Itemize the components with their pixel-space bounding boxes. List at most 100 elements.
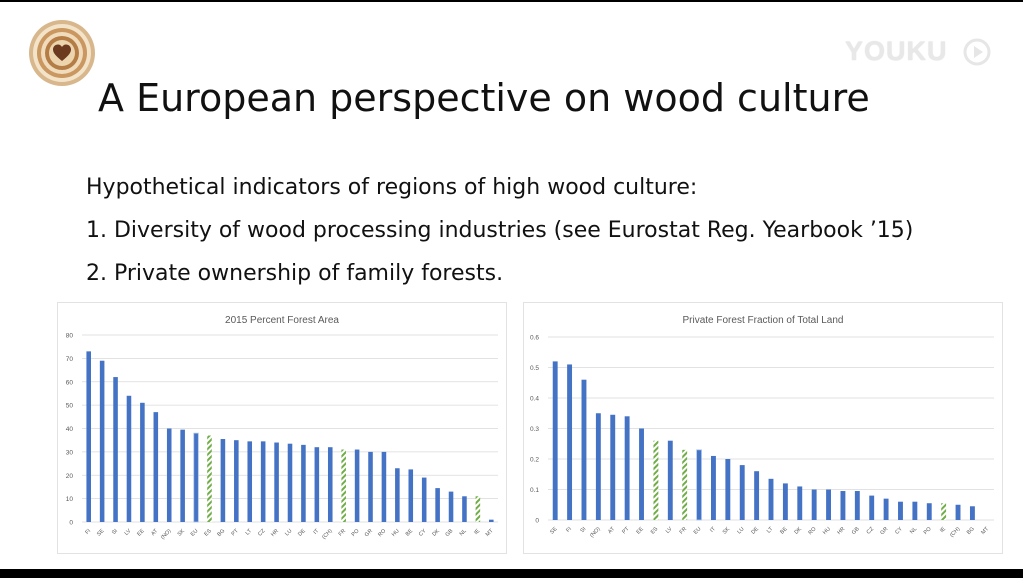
x-tick-label: HR [836, 526, 846, 536]
x-tick-label: LV [665, 526, 674, 535]
x-tick-label: NL [459, 528, 468, 537]
bar-AT [610, 414, 616, 520]
bar-AT [153, 412, 159, 522]
play-icon [963, 38, 991, 66]
x-tick-label: FI [565, 526, 573, 534]
x-tick-label: CY [418, 528, 428, 538]
bar-BG [969, 506, 975, 520]
y-tick-label: 80 [66, 333, 74, 340]
bar-ES [653, 440, 659, 520]
x-tick-label: IT [313, 528, 321, 536]
x-tick-label: DK [431, 528, 441, 538]
y-tick-label: 60 [66, 379, 74, 386]
x-tick-label: SE [96, 528, 106, 538]
x-tick-label: BG [216, 528, 226, 538]
x-tick-label: SK [722, 526, 732, 536]
bar-CZ [869, 495, 875, 520]
x-tick-label: IT [709, 526, 717, 534]
x-tick-label: HR [270, 528, 280, 538]
x-tick-label: ES [650, 526, 660, 536]
bar-(CH) [327, 447, 333, 522]
x-tick-label: RO [807, 526, 818, 537]
slide-title: A European perspective on wood culture [98, 76, 870, 120]
x-tick-label: LV [124, 528, 133, 537]
x-tick-label: SK [177, 528, 187, 538]
x-tick-label: PT [621, 526, 631, 536]
bar-IT [711, 455, 716, 520]
x-tick-label: NL [909, 526, 918, 535]
y-tick-label: 0.1 [530, 487, 539, 494]
private-forest-chart-svg: Private Forest Fraction of Total Land 0 0.… [530, 315, 994, 539]
y-tick-label: 40 [66, 426, 74, 433]
y-tick-label: 0.4 [530, 396, 539, 403]
x-tick-label: SE [549, 526, 559, 536]
bar-IE [941, 503, 947, 520]
x-tick-label: LT [245, 528, 254, 537]
bar-SI [581, 379, 587, 520]
y-tick-label: 70 [66, 356, 74, 363]
x-tick-label: SI [111, 528, 119, 536]
bar-HU [826, 489, 831, 520]
x-tick-label: AT [150, 528, 159, 537]
x-tick-label: BG [966, 526, 976, 536]
x-tick-label: FR [338, 528, 347, 537]
bar-RO [381, 451, 387, 522]
x-tick-label: GB [851, 526, 861, 536]
x-tick-label: GB [445, 528, 455, 538]
bar-EE [639, 428, 644, 520]
bar-DK [797, 486, 803, 520]
chart-title: Private Forest Fraction of Total Land [682, 315, 843, 326]
bar-EU [696, 449, 702, 521]
wood-rings-heart-icon [28, 19, 96, 87]
x-tick-label: HU [822, 526, 832, 536]
bar-PT [624, 416, 630, 520]
y-tick-label: 0.6 [530, 335, 539, 342]
y-tick-label: 20 [66, 473, 74, 480]
bar-CY [898, 501, 903, 520]
bar-CZ [260, 441, 266, 522]
bar-RO [811, 489, 817, 520]
bar-LV [667, 440, 673, 520]
x-tick-label: PT [231, 528, 241, 538]
x-tick-label: CZ [257, 528, 267, 538]
x-tick-label: LT [766, 526, 775, 535]
bar-NL [462, 496, 467, 522]
y-tick-label: 0.2 [530, 457, 539, 464]
bar-LU [739, 465, 745, 520]
bar-(CH) [955, 504, 961, 520]
x-tick-label: BE [405, 528, 415, 538]
bar-ES [207, 435, 212, 522]
forest-area-chart: 2015 Percent Forest Area 0 10 20 30 40 50 60 70 8… [57, 302, 507, 554]
youku-watermark: YOUKU [845, 34, 995, 68]
bar-SI [113, 377, 118, 522]
x-tick-label: FI [84, 528, 92, 536]
bar-LV [126, 395, 132, 522]
bar-GR [883, 498, 889, 520]
bar-(NO) [595, 413, 601, 520]
private-forest-chart: Private Forest Fraction of Total Land 0 0.… [523, 302, 1003, 554]
x-tick-label: LU [284, 528, 293, 537]
x-tick-label: IE [473, 528, 481, 536]
bar-FR [682, 449, 688, 520]
bar-BE [782, 483, 788, 520]
bar-HR [840, 491, 846, 520]
bar-PO [926, 503, 932, 520]
x-tick-label: LU [736, 526, 745, 535]
x-tick-label: PO [923, 526, 933, 536]
y-tick-label: 0.3 [530, 426, 539, 433]
x-tick-label: (NO) [589, 526, 602, 539]
x-tick-label: DE [297, 528, 307, 538]
bar-HR [274, 442, 279, 522]
x-tick-label: BE [779, 526, 789, 536]
bar-DE [301, 444, 306, 522]
bar-DK [435, 488, 440, 522]
bar-BE [408, 469, 414, 522]
bar-LU [287, 443, 293, 522]
bullet-item: 1. Diversity of wood processing industri… [86, 218, 914, 243]
bar-IE [475, 496, 481, 522]
x-tick-label: AT [607, 526, 616, 535]
x-tick-label: DK [794, 526, 804, 536]
bar-GB [854, 491, 860, 520]
bullet-list: Hypothetical indicators of regions of hi… [86, 172, 913, 301]
x-tick-label: FR [679, 526, 688, 535]
